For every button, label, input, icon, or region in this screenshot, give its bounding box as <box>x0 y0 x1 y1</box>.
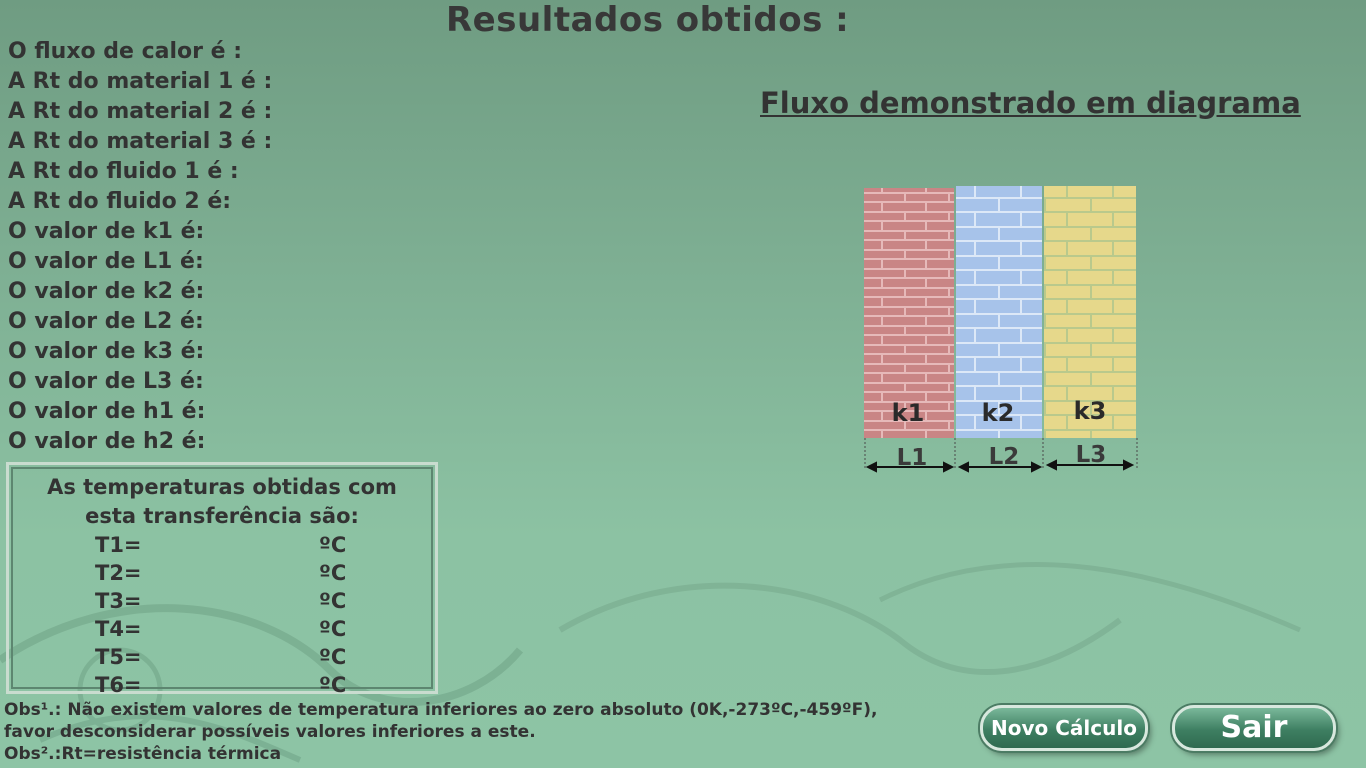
exit-button[interactable]: Sair <box>1172 705 1336 751</box>
result-rt-fluid-2: A Rt do fluido 2 é: <box>8 189 232 214</box>
temperature-label-t4: T4= <box>95 617 142 641</box>
result-l1: O valor de L1 é: <box>8 249 204 274</box>
temperatures-heading-line2: esta transferência são: <box>85 504 359 528</box>
result-l2: O valor de L2 é: <box>8 309 204 334</box>
temperatures-heading: As temperaturas obtidas com esta transfe… <box>9 473 435 531</box>
layer-1-l-label: L1 <box>897 445 928 471</box>
obs-note-1-continued: favor desconsiderar possíveis valores in… <box>4 722 536 742</box>
temperatures-panel: As temperaturas obtidas com esta transfe… <box>6 462 438 697</box>
result-h2: O valor de h2 é: <box>8 429 206 454</box>
temperature-unit-t3: ºC <box>319 589 347 613</box>
result-k1: O valor de k1 é: <box>8 219 205 244</box>
layer-3-k-label: k3 <box>1074 397 1107 425</box>
wall-layers-diagram: k1 k2 k3 L1 L2 L3 <box>864 186 1138 473</box>
result-k2: O valor de k2 é: <box>8 279 205 304</box>
temperature-label-t2: T2= <box>95 561 142 585</box>
result-heat-flux: O fluxo de calor é : <box>8 39 243 64</box>
temperature-unit-t2: ºC <box>319 561 347 585</box>
result-rt-material-3: A Rt do material 3 é : <box>8 129 273 154</box>
new-calculation-button[interactable]: Novo Cálculo <box>980 705 1148 751</box>
result-k3: O valor de k3 é: <box>8 339 205 364</box>
obs-note-2: Obs².:Rt=resistência térmica <box>4 744 282 764</box>
temperature-unit-t4: ºC <box>319 617 347 641</box>
temperature-label-t1: T1= <box>95 533 142 557</box>
layer-2-k-label: k2 <box>982 399 1015 427</box>
temperature-label-t6: T6= <box>95 673 142 697</box>
result-l3: O valor de L3 é: <box>8 369 204 394</box>
page-title: Resultados obtidos : <box>446 0 850 40</box>
result-rt-material-1: A Rt do material 1 é : <box>8 69 273 94</box>
layer-2-l-label: L2 <box>989 444 1020 470</box>
temperature-unit-t6: ºC <box>319 673 347 697</box>
layer-1-k-label: k1 <box>892 399 925 427</box>
temperature-label-t3: T3= <box>95 589 142 613</box>
diagram-heading: Fluxo demonstrado em diagrama <box>760 86 1301 120</box>
temperature-unit-t1: ºC <box>319 533 347 557</box>
temperature-unit-t5: ºC <box>319 645 347 669</box>
result-rt-fluid-1: A Rt do fluido 1 é : <box>8 159 239 184</box>
layer-3-l-label: L3 <box>1076 442 1107 468</box>
temperatures-heading-line1: As temperaturas obtidas com <box>47 475 397 499</box>
temperature-label-t5: T5= <box>95 645 142 669</box>
obs-note-1: Obs¹.: Não existem valores de temperatur… <box>4 700 878 720</box>
result-h1: O valor de h1 é: <box>8 399 206 424</box>
result-rt-material-2: A Rt do material 2 é : <box>8 99 273 124</box>
